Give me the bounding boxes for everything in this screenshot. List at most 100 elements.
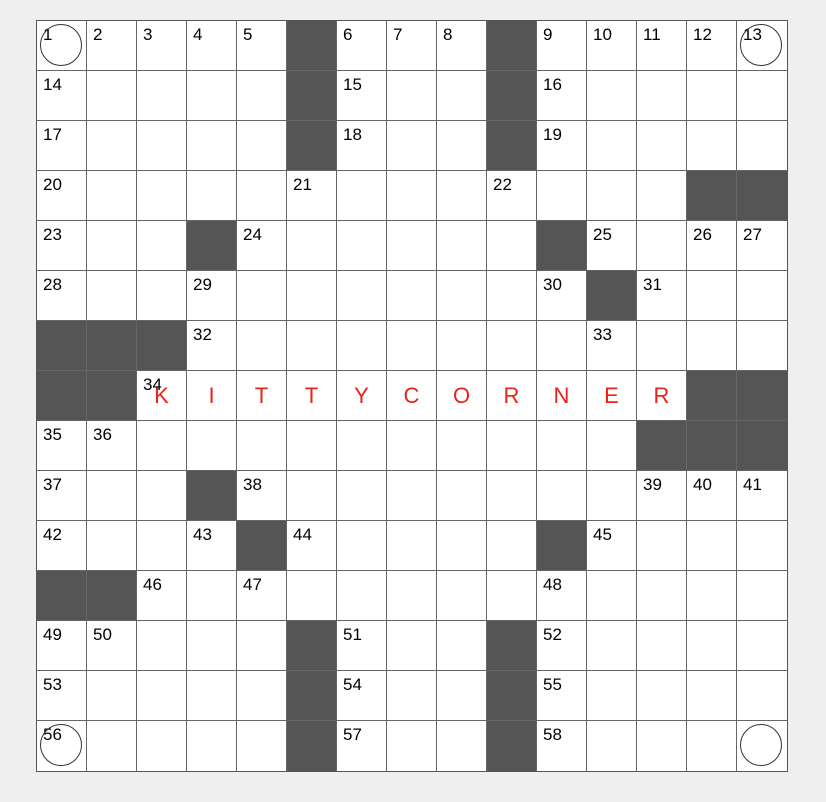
grid-cell[interactable]	[187, 671, 237, 721]
grid-cell[interactable]: 9	[537, 21, 587, 71]
grid-cell[interactable]: 49	[37, 621, 87, 671]
grid-cell[interactable]	[237, 621, 287, 671]
grid-cell[interactable]	[437, 521, 487, 571]
grid-cell[interactable]	[687, 121, 737, 171]
grid-cell[interactable]	[587, 171, 637, 221]
grid-cell[interactable]: N	[537, 371, 587, 421]
grid-cell[interactable]	[437, 421, 487, 471]
grid-cell[interactable]	[587, 571, 637, 621]
grid-cell[interactable]: Y	[337, 371, 387, 421]
grid-cell[interactable]: R	[637, 371, 687, 421]
grid-cell[interactable]: T	[237, 371, 287, 421]
grid-cell[interactable]: 50	[87, 621, 137, 671]
grid-cell[interactable]: 41	[737, 471, 787, 521]
grid-cell[interactable]	[87, 71, 137, 121]
grid-cell[interactable]	[587, 421, 637, 471]
grid-cell[interactable]: 8	[437, 21, 487, 71]
grid-cell[interactable]: 16	[537, 71, 587, 121]
grid-cell[interactable]	[537, 471, 587, 521]
grid-cell[interactable]	[537, 171, 587, 221]
grid-cell[interactable]	[87, 671, 137, 721]
grid-cell[interactable]: 47	[237, 571, 287, 621]
grid-cell[interactable]: 57	[337, 721, 387, 771]
grid-cell[interactable]	[487, 521, 537, 571]
grid-cell[interactable]	[237, 171, 287, 221]
grid-cell[interactable]	[737, 271, 787, 321]
grid-cell[interactable]	[337, 421, 387, 471]
grid-cell[interactable]	[337, 171, 387, 221]
grid-cell[interactable]	[337, 571, 387, 621]
grid-cell[interactable]: 28	[37, 271, 87, 321]
grid-cell[interactable]	[287, 221, 337, 271]
grid-cell[interactable]: 11	[637, 21, 687, 71]
grid-cell[interactable]	[87, 721, 137, 771]
grid-cell[interactable]: 12	[687, 21, 737, 71]
grid-cell[interactable]: 52	[537, 621, 587, 671]
grid-cell[interactable]	[187, 621, 237, 671]
grid-cell[interactable]: 39	[637, 471, 687, 521]
grid-cell[interactable]	[487, 471, 537, 521]
grid-cell[interactable]: 14	[37, 71, 87, 121]
grid-cell[interactable]: 54	[337, 671, 387, 721]
grid-cell[interactable]: 36	[87, 421, 137, 471]
grid-cell[interactable]	[587, 471, 637, 521]
grid-cell[interactable]	[687, 671, 737, 721]
grid-cell[interactable]	[237, 671, 287, 721]
grid-cell[interactable]	[687, 321, 737, 371]
grid-cell[interactable]	[687, 271, 737, 321]
grid-cell[interactable]	[137, 521, 187, 571]
grid-cell[interactable]: 55	[537, 671, 587, 721]
grid-cell[interactable]: 48	[537, 571, 587, 621]
grid-cell[interactable]	[287, 271, 337, 321]
grid-cell[interactable]	[187, 71, 237, 121]
grid-cell[interactable]	[137, 171, 187, 221]
grid-cell[interactable]	[87, 271, 137, 321]
grid-cell[interactable]	[437, 721, 487, 771]
grid-cell[interactable]	[687, 571, 737, 621]
grid-cell[interactable]	[537, 421, 587, 471]
grid-cell[interactable]	[737, 671, 787, 721]
grid-cell[interactable]: 42	[37, 521, 87, 571]
grid-cell[interactable]: E	[587, 371, 637, 421]
grid-cell[interactable]	[187, 421, 237, 471]
grid-cell[interactable]	[137, 221, 187, 271]
grid-cell[interactable]: 44	[287, 521, 337, 571]
grid-cell[interactable]: R	[487, 371, 537, 421]
grid-cell[interactable]	[237, 121, 287, 171]
grid-cell[interactable]	[487, 421, 537, 471]
grid-cell[interactable]	[487, 221, 537, 271]
grid-cell[interactable]	[337, 271, 387, 321]
grid-cell[interactable]	[687, 71, 737, 121]
grid-cell[interactable]	[637, 721, 687, 771]
grid-cell[interactable]	[637, 71, 687, 121]
grid-cell[interactable]	[137, 71, 187, 121]
grid-cell[interactable]	[187, 121, 237, 171]
grid-cell[interactable]	[437, 271, 487, 321]
grid-cell[interactable]	[737, 321, 787, 371]
grid-cell[interactable]	[587, 621, 637, 671]
grid-cell[interactable]	[337, 221, 387, 271]
grid-cell[interactable]: 17	[37, 121, 87, 171]
grid-cell[interactable]	[387, 271, 437, 321]
grid-cell[interactable]: 15	[337, 71, 387, 121]
grid-cell[interactable]	[237, 271, 287, 321]
grid-cell[interactable]: 6	[337, 21, 387, 71]
grid-cell[interactable]	[737, 521, 787, 571]
grid-cell[interactable]: 58	[537, 721, 587, 771]
grid-cell[interactable]	[137, 121, 187, 171]
grid-cell[interactable]	[87, 221, 137, 271]
grid-cell[interactable]	[587, 121, 637, 171]
grid-cell[interactable]	[287, 321, 337, 371]
grid-cell[interactable]	[737, 71, 787, 121]
grid-cell[interactable]: 35	[37, 421, 87, 471]
grid-cell[interactable]: I	[187, 371, 237, 421]
grid-cell[interactable]	[87, 521, 137, 571]
grid-cell[interactable]	[437, 171, 487, 221]
grid-cell[interactable]	[637, 321, 687, 371]
grid-cell[interactable]	[287, 571, 337, 621]
grid-cell[interactable]	[587, 721, 637, 771]
grid-cell[interactable]	[87, 471, 137, 521]
grid-cell[interactable]	[587, 71, 637, 121]
grid-cell[interactable]: 29	[187, 271, 237, 321]
grid-cell[interactable]	[437, 121, 487, 171]
